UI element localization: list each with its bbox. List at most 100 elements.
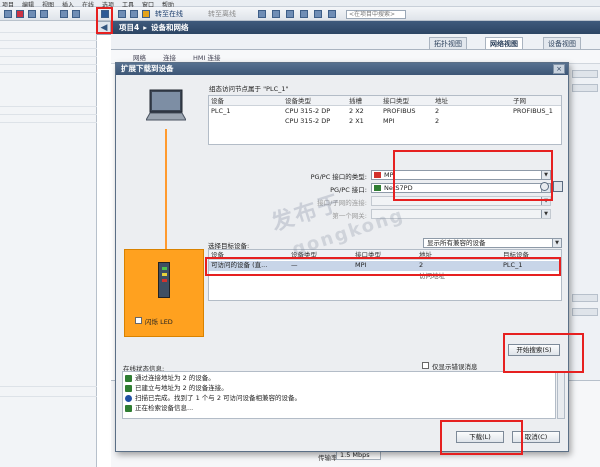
tree-row[interactable] xyxy=(0,59,97,65)
tab-topology-view[interactable]: 拓扑视图 xyxy=(429,37,467,49)
simulation-icon[interactable] xyxy=(130,10,138,18)
status-message-text: 正在检索设备信息... xyxy=(135,404,194,412)
accessible-devices-icon[interactable] xyxy=(258,10,266,18)
flash-led-checkbox[interactable] xyxy=(135,317,142,324)
target-filter-value: 显示所有兼容的设备 xyxy=(427,239,486,247)
cell-device-type: CPU 315-2 DP xyxy=(285,107,331,115)
cell-address: 2 xyxy=(435,117,440,125)
compile-icon[interactable] xyxy=(60,10,68,18)
tree-row[interactable] xyxy=(0,381,97,387)
column-header-interface-type: 接口类型 xyxy=(355,251,381,259)
status-success-icon xyxy=(125,405,132,412)
flash-led-label: 闪烁 LED xyxy=(145,318,173,326)
status-message-text: 通过连接地址为 2 的设备。 xyxy=(135,374,215,382)
redo-icon[interactable] xyxy=(40,10,48,18)
breadcrumb-project[interactable]: 项目4 xyxy=(119,23,139,32)
column-header-device-type: 设备类型 xyxy=(285,97,311,105)
tree-row[interactable] xyxy=(0,43,97,49)
cell-address: 2 xyxy=(435,107,440,115)
table-header: 设备 设备类型 接口类型 地址 目标设备 xyxy=(209,250,561,260)
target-filter-select[interactable]: 显示所有兼容的设备 ▼ xyxy=(423,238,562,248)
chevron-down-icon[interactable]: ▼ xyxy=(541,171,550,179)
cell-address: 2 xyxy=(419,261,424,269)
interface-status-icon[interactable] xyxy=(540,182,549,191)
tab-network-view[interactable]: 网络视图 xyxy=(485,37,523,49)
save-icon[interactable] xyxy=(4,10,12,18)
cell-slot: 2 X1 xyxy=(349,117,364,125)
collapse-left-icon[interactable]: ◀ xyxy=(97,21,111,35)
project-search-input[interactable]: <在项目中搜索> xyxy=(346,10,406,19)
pgpc-interface-type-value: MPI xyxy=(384,171,396,179)
interface-properties-icon[interactable] xyxy=(553,181,563,192)
pgpc-interface-value: NetS7PD xyxy=(384,184,413,192)
pgpc-interface-type-label: PG/PC 接口的类型: xyxy=(310,173,367,181)
mpi-icon xyxy=(374,172,381,178)
led-run-icon xyxy=(162,267,167,270)
task-card-tab[interactable] xyxy=(572,70,598,78)
tree-row[interactable] xyxy=(0,27,97,33)
split-editor-icon[interactable] xyxy=(314,10,322,18)
cell-target-device: PLC_1 xyxy=(503,261,523,269)
errors-only-checkbox[interactable] xyxy=(422,362,429,369)
network-button[interactable]: 网络 xyxy=(133,52,146,62)
table-row[interactable]: 访问地址 xyxy=(209,272,561,281)
status-list-scrollbar[interactable] xyxy=(557,371,565,419)
status-message-text: 扫描已完成。找到了 1 个与 2 可访问设备相兼容的设备。 xyxy=(135,394,302,402)
task-card-tab[interactable] xyxy=(572,84,598,92)
tab-device-view[interactable]: 设备视图 xyxy=(543,37,581,49)
start-search-button[interactable]: 开始搜索(S) xyxy=(508,344,560,356)
upload-icon[interactable] xyxy=(72,10,80,18)
column-header-subnet: 子网 xyxy=(513,97,526,105)
start-cpu-icon[interactable] xyxy=(272,10,280,18)
status-success-icon xyxy=(125,385,132,392)
connections-button[interactable]: 连接 xyxy=(163,52,176,62)
tree-row[interactable] xyxy=(0,391,97,397)
delete-icon[interactable] xyxy=(16,10,24,18)
breadcrumb: 项目4 ▸ 设备和网络 xyxy=(111,21,600,34)
cell-access-address: 访问地址 xyxy=(419,272,445,280)
undo-icon[interactable] xyxy=(28,10,36,18)
cell-subnet: PROFIBUS_1 xyxy=(513,107,553,115)
access-node-caption: 组态访问节点属于 "PLC_1" xyxy=(209,85,289,93)
chevron-down-icon[interactable]: ▼ xyxy=(552,239,561,247)
hmi-connection-select[interactable]: HMI 连接 xyxy=(193,52,220,62)
tree-row[interactable] xyxy=(0,35,97,41)
download-button[interactable]: 下载(L) xyxy=(456,431,504,443)
window-layout-icon[interactable] xyxy=(328,10,336,18)
tree-row[interactable] xyxy=(0,51,97,57)
cell-slot: 2 X2 xyxy=(349,107,364,115)
tree-row[interactable] xyxy=(0,67,97,73)
network-adapter-icon xyxy=(374,185,381,191)
target-device-panel: 闪烁 LED xyxy=(124,249,204,337)
breadcrumb-devices-networks[interactable]: 设备和网络 xyxy=(151,23,189,32)
cell-device: 可访问的设备 (直... xyxy=(211,261,268,269)
tree-row[interactable] xyxy=(0,101,97,107)
column-header-slot: 插槽 xyxy=(349,97,362,105)
print-icon[interactable] xyxy=(118,10,126,18)
chevron-down-icon: ▼ xyxy=(541,197,550,205)
stop-cpu-icon[interactable] xyxy=(286,10,294,18)
access-node-table: 设备 设备类型 插槽 接口类型 地址 子网 PLC_1 CPU 315-2 DP… xyxy=(208,95,562,145)
table-row[interactable]: CPU 315-2 DP 2 X1 MPI 2 xyxy=(209,117,561,126)
table-row[interactable]: PLC_1 CPU 315-2 DP 2 X2 PROFIBUS 2 PROFI… xyxy=(209,107,561,116)
pg-pc-computer-icon xyxy=(146,89,186,121)
chevron-down-icon: ▼ xyxy=(541,210,550,218)
table-row-selected[interactable]: 可访问的设备 (直... — MPI 2 PLC_1 xyxy=(209,261,561,271)
pgpc-interface-select[interactable]: NetS7PD ▼ xyxy=(371,183,551,193)
tree-row[interactable] xyxy=(0,117,97,123)
cell-interface-type: PROFIBUS xyxy=(383,107,416,115)
cross-reference-icon[interactable] xyxy=(300,10,308,18)
connection-line xyxy=(165,129,167,265)
plc-device-icon xyxy=(158,262,170,298)
tree-row[interactable] xyxy=(0,109,97,115)
go-online-button[interactable]: 转至在线 xyxy=(155,9,205,19)
task-card-tab[interactable] xyxy=(572,308,598,316)
task-card-tab[interactable] xyxy=(572,294,598,302)
close-icon[interactable]: × xyxy=(553,64,565,74)
cancel-button[interactable]: 取消(C) xyxy=(512,431,560,443)
online-icon[interactable] xyxy=(142,10,150,18)
download-to-device-icon[interactable] xyxy=(101,10,109,18)
go-offline-button[interactable]: 转至离线 xyxy=(208,9,248,19)
cell-interface-type: MPI xyxy=(383,117,395,125)
pgpc-interface-type-select[interactable]: MPI ▼ xyxy=(371,170,551,180)
